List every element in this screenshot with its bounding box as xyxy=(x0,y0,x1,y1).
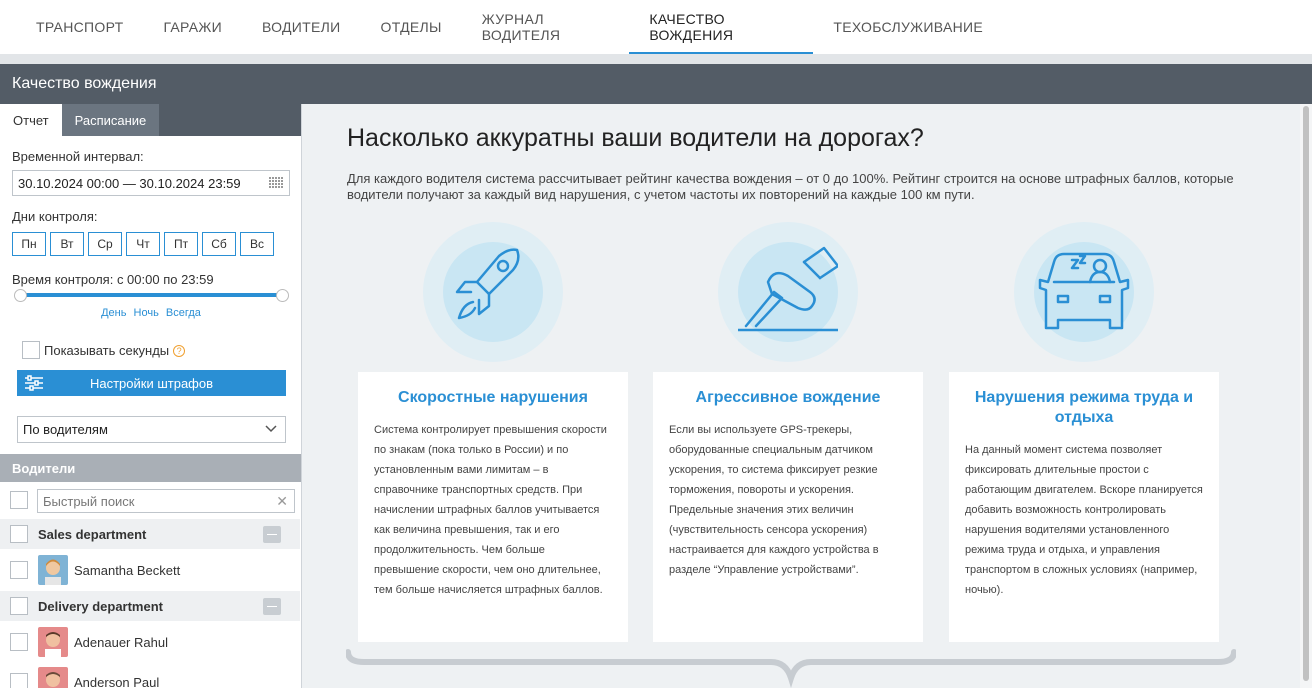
tab-report[interactable]: Отчет xyxy=(0,104,62,136)
interval-label: Временной интервал: xyxy=(12,149,144,164)
interval-input[interactable]: 30.10.2024 00:00 — 30.10.2024 23:59 xyxy=(12,170,290,196)
card-title: Агрессивное вождение xyxy=(695,389,881,406)
calendar-icon[interactable] xyxy=(269,177,285,189)
separator xyxy=(0,54,1312,64)
penalty-settings-label: Настройки штрафов xyxy=(89,375,214,391)
drivers-header: Водители xyxy=(0,454,301,482)
rocket-circle xyxy=(423,222,563,362)
main-content: Насколько аккуратны ваши водители на дор… xyxy=(302,104,1300,688)
preset-always[interactable]: Всегда xyxy=(166,307,201,319)
day-wed[interactable]: Ср xyxy=(88,232,122,256)
page-title: Качество вождения xyxy=(12,75,157,92)
group-name: Delivery department xyxy=(38,598,163,614)
select-all-checkbox[interactable] xyxy=(10,491,28,509)
sleeping-driver-icon xyxy=(1038,252,1130,330)
tab-driver-log[interactable]: ЖУРНАЛ ВОДИТЕЛЯ xyxy=(462,0,630,54)
card-title: Скоростные нарушения xyxy=(398,389,588,406)
days-selector: Пн Вт Ср Чт Пт Сб Вс xyxy=(12,232,274,256)
intro-text: Для каждого водителя система рассчитывае… xyxy=(347,171,1234,202)
day-fri[interactable]: Пт xyxy=(164,232,198,256)
top-nav-filler xyxy=(1003,0,1312,54)
pedal-circle xyxy=(718,222,858,362)
driver-checkbox[interactable] xyxy=(10,673,28,688)
card-aggressive: Агрессивное вождение Если вы используете… xyxy=(653,372,923,642)
chevron-down-icon xyxy=(265,425,277,433)
penalty-settings-button[interactable]: Настройки штрафов xyxy=(17,370,286,396)
tab-departments[interactable]: ОТДЕЛЫ xyxy=(361,0,462,54)
group-row[interactable]: Delivery department xyxy=(0,591,300,621)
interval-value: 30.10.2024 00:00 — 30.10.2024 23:59 xyxy=(18,175,241,191)
group-checkbox[interactable] xyxy=(10,525,28,543)
tab-schedule[interactable]: Расписание xyxy=(61,104,160,136)
group-by-value: По водителям xyxy=(23,422,108,437)
quick-search-input[interactable]: Быстрый поиск ✕ xyxy=(37,489,295,513)
collapse-icon[interactable] xyxy=(263,526,281,543)
time-label: Время контроля: с 00:00 по 23:59 xyxy=(12,272,214,287)
driver-row[interactable]: Samantha Beckett xyxy=(0,550,300,590)
sidebar: Отчет Расписание Временной интервал: 30.… xyxy=(0,104,302,688)
clear-icon[interactable]: ✕ xyxy=(276,493,288,510)
card-text: Система контролирует превышения скорости… xyxy=(374,424,607,596)
tab-transport[interactable]: ТРАНСПОРТ xyxy=(16,0,143,54)
drivers-header-label: Водители xyxy=(12,460,76,476)
day-thu[interactable]: Чт xyxy=(126,232,160,256)
help-icon[interactable]: ? xyxy=(173,345,186,357)
headline: Насколько аккуратны ваши водители на дор… xyxy=(347,124,924,152)
day-mon[interactable]: Пн xyxy=(12,232,46,256)
driver-row[interactable]: Adenauer Rahul xyxy=(0,622,300,662)
day-sat[interactable]: Сб xyxy=(202,232,236,256)
show-seconds-row: Показывать секунды? xyxy=(44,343,186,358)
quick-search-placeholder: Быстрый поиск xyxy=(43,493,135,509)
tab-driving-quality[interactable]: КАЧЕСТВО ВОЖДЕНИЯ xyxy=(629,0,814,54)
driver-circle xyxy=(1014,222,1154,362)
brace-divider xyxy=(346,649,1236,688)
slider-end-handle[interactable] xyxy=(276,289,289,302)
avatar xyxy=(38,555,68,585)
group-row[interactable]: Sales department xyxy=(0,519,300,549)
driver-checkbox[interactable] xyxy=(10,633,28,651)
driver-name: Adenauer Rahul xyxy=(74,634,168,650)
card-title: Нарушения режима труда и отдыха xyxy=(974,389,1194,426)
card-speeding: Скоростные нарушения Система контролируе… xyxy=(358,372,628,642)
tab-maintenance[interactable]: ТЕХОБСЛУЖИВАНИЕ xyxy=(813,0,1003,54)
app-header: Качество вождения xyxy=(0,64,1312,104)
pedal-icon xyxy=(738,246,838,332)
driver-name: Anderson Paul xyxy=(74,674,160,688)
day-sun[interactable]: Вс xyxy=(240,232,274,256)
scrollbar[interactable] xyxy=(1300,104,1312,688)
day-tue[interactable]: Вт xyxy=(50,232,84,256)
avatar xyxy=(38,667,68,688)
group-checkbox[interactable] xyxy=(10,597,28,615)
sidebar-tabs: Отчет Расписание xyxy=(0,104,301,136)
driver-name: Samantha Beckett xyxy=(74,562,181,578)
tab-drivers[interactable]: ВОДИТЕЛИ xyxy=(242,0,361,54)
tab-garages[interactable]: ГАРАЖИ xyxy=(143,0,242,54)
rocket-icon xyxy=(455,248,520,320)
show-seconds-checkbox[interactable] xyxy=(22,341,40,359)
days-label: Дни контроля: xyxy=(12,209,98,224)
driver-checkbox[interactable] xyxy=(10,561,28,579)
card-text: На данный момент система позволяет фикси… xyxy=(965,444,1203,596)
group-name: Sales department xyxy=(38,526,147,542)
driver-row[interactable]: Anderson Paul xyxy=(0,662,300,688)
top-nav: ТРАНСПОРТ ГАРАЖИ ВОДИТЕЛИ ОТДЕЛЫ ЖУРНАЛ … xyxy=(0,0,1003,54)
collapse-icon[interactable] xyxy=(263,598,281,615)
avatar xyxy=(38,627,68,657)
preset-day[interactable]: День xyxy=(101,307,126,319)
time-range-slider[interactable] xyxy=(20,293,282,297)
preset-night[interactable]: Ночь xyxy=(134,307,159,319)
sliders-icon xyxy=(25,375,43,391)
slider-start-handle[interactable] xyxy=(14,289,27,302)
time-presets: День Ночь Всегда xyxy=(0,307,301,319)
card-work-rest: Нарушения режима труда и отдыха На данны… xyxy=(949,372,1219,642)
group-by-select[interactable]: По водителям xyxy=(17,416,286,443)
card-text: Если вы используете GPS-трекеры, оборудо… xyxy=(669,424,879,576)
show-seconds-label: Показывать секунды xyxy=(44,343,170,358)
